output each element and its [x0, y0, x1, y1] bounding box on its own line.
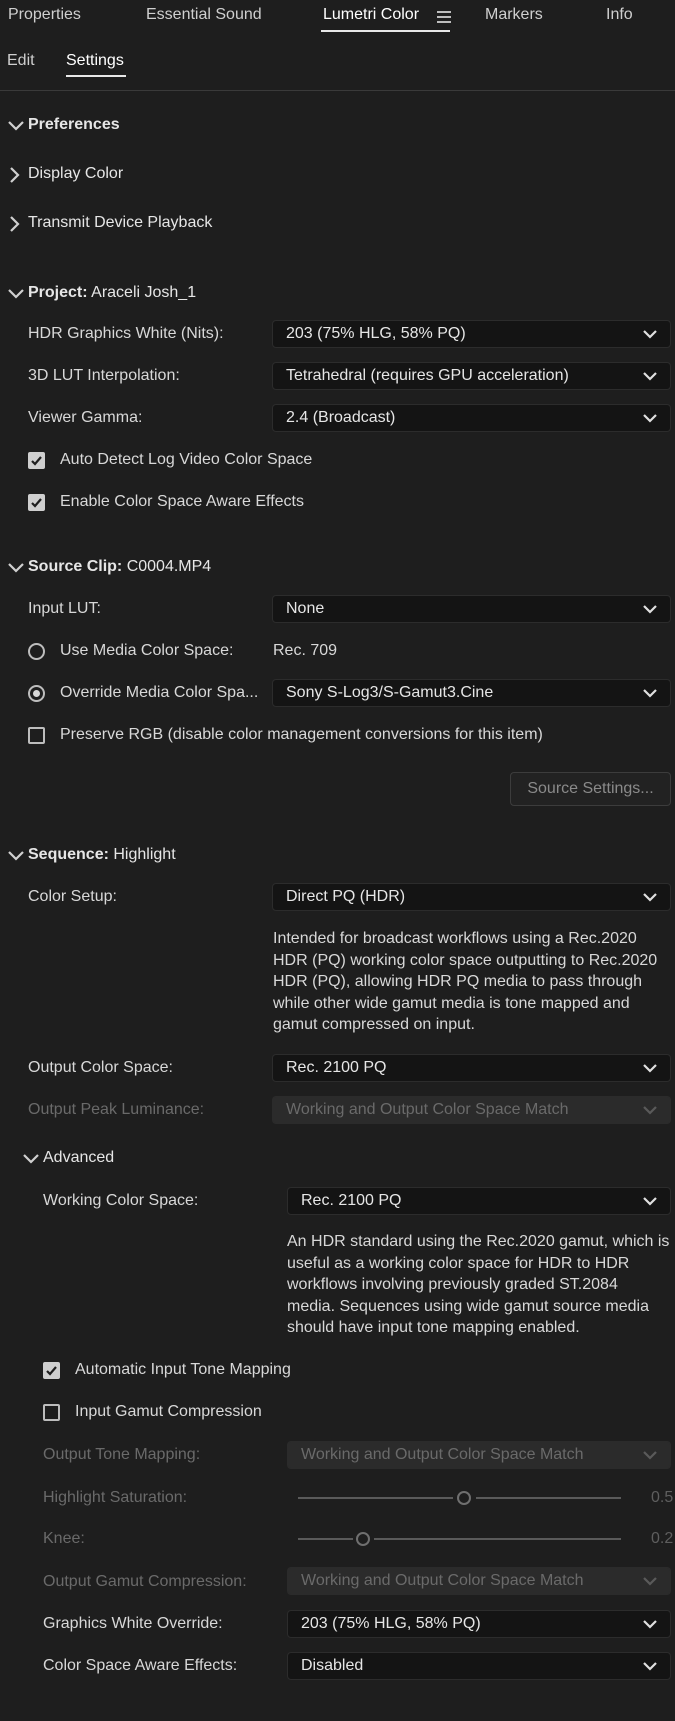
- chevron-down-icon: [643, 1620, 657, 1629]
- subtab-settings[interactable]: Settings: [66, 52, 124, 70]
- input-lut-label: Input LUT:: [28, 600, 101, 617]
- highlight-saturation-track: [476, 1497, 621, 1499]
- hdr-graphics-white-label: HDR Graphics White (Nits):: [28, 325, 224, 342]
- input-gamut-compression-checkbox[interactable]: [43, 1404, 60, 1421]
- chevron-down-icon: [643, 1662, 657, 1671]
- chevron-down-icon: [643, 1106, 657, 1115]
- chevron-down-icon[interactable]: [6, 116, 26, 136]
- highlight-saturation-value: 0.5: [651, 1489, 674, 1506]
- color-setup-label: Color Setup:: [28, 888, 117, 905]
- color-space-aware-effects-label: Color Space Aware Effects:: [43, 1657, 238, 1674]
- output-tone-mapping-label: Output Tone Mapping:: [43, 1446, 201, 1463]
- sequence-name: Highlight: [113, 846, 176, 863]
- tab-markers[interactable]: Markers: [485, 6, 543, 24]
- chevron-down-icon[interactable]: [6, 284, 26, 304]
- working-color-space-label: Working Color Space:: [43, 1192, 199, 1209]
- highlight-saturation-track: [298, 1497, 453, 1499]
- chevron-right-icon[interactable]: [5, 214, 25, 234]
- output-color-space-label: Output Color Space:: [28, 1059, 173, 1076]
- chevron-down-icon: [643, 1064, 657, 1073]
- highlight-saturation-thumb: [457, 1491, 471, 1505]
- source-clip-header[interactable]: Source Clip: C0004.MP4: [28, 558, 211, 576]
- chevron-down-icon: [643, 605, 657, 614]
- override-media-color-space-label[interactable]: Override Media Color Spa...: [60, 684, 258, 702]
- lut-interpolation-dropdown[interactable]: Tetrahedral (requires GPU acceleration): [272, 362, 671, 390]
- divider: [0, 90, 675, 91]
- output-gamut-compression-dropdown: Working and Output Color Space Match: [287, 1567, 671, 1595]
- transmit-device-playback-header[interactable]: Transmit Device Playback: [28, 214, 212, 232]
- chevron-down-icon: [643, 414, 657, 423]
- use-media-color-space-radio[interactable]: [28, 643, 45, 660]
- auto-detect-log-label[interactable]: Auto Detect Log Video Color Space: [60, 451, 312, 469]
- chevron-down-icon: [643, 1577, 657, 1586]
- tab-info[interactable]: Info: [606, 6, 633, 24]
- knee-track: [374, 1538, 621, 1540]
- media-color-space-value: Rec. 709: [273, 642, 338, 659]
- chevron-down-icon: [643, 330, 657, 339]
- hdr-graphics-white-dropdown[interactable]: 203 (75% HLG, 58% PQ): [272, 320, 671, 348]
- knee-value: 0.2: [651, 1530, 674, 1547]
- output-color-space-dropdown[interactable]: Rec. 2100 PQ: [272, 1054, 671, 1082]
- highlight-saturation-label: Highlight Saturation:: [43, 1489, 188, 1506]
- subtab-edit[interactable]: Edit: [7, 52, 35, 70]
- override-media-color-space-radio[interactable]: [28, 685, 45, 702]
- chevron-down-icon[interactable]: [6, 558, 26, 578]
- enable-csae-label[interactable]: Enable Color Space Aware Effects: [60, 493, 304, 511]
- chevron-down-icon: [643, 893, 657, 902]
- output-peak-luminance-label: Output Peak Luminance:: [28, 1101, 205, 1118]
- chevron-down-icon: [643, 1451, 657, 1460]
- output-gamut-compression-label: Output Gamut Compression:: [43, 1573, 247, 1590]
- viewer-gamma-label: Viewer Gamma:: [28, 409, 143, 426]
- display-color-header[interactable]: Display Color: [28, 165, 123, 183]
- working-color-space-dropdown[interactable]: Rec. 2100 PQ: [287, 1187, 671, 1215]
- knee-track: [298, 1538, 353, 1540]
- advanced-header[interactable]: Advanced: [43, 1149, 114, 1167]
- source-settings-button[interactable]: Source Settings...: [510, 772, 671, 806]
- override-media-color-space-dropdown[interactable]: Sony S-Log3/S-Gamut3.Cine: [272, 679, 671, 707]
- checkmark-icon: [46, 1366, 57, 1376]
- output-peak-luminance-dropdown: Working and Output Color Space Match: [272, 1096, 671, 1124]
- output-tone-mapping-dropdown: Working and Output Color Space Match: [287, 1441, 671, 1469]
- checkmark-icon: [31, 498, 42, 508]
- sequence-header[interactable]: Sequence: Highlight: [28, 846, 176, 864]
- color-setup-dropdown[interactable]: Direct PQ (HDR): [272, 883, 671, 911]
- auto-input-tone-mapping-label[interactable]: Automatic Input Tone Mapping: [75, 1361, 291, 1379]
- active-tab-indicator: [321, 30, 450, 32]
- chevron-down-icon: [643, 1197, 657, 1206]
- input-lut-dropdown[interactable]: None: [272, 595, 671, 623]
- working-color-space-description: An HDR standard using the Rec.2020 gamut…: [287, 1233, 670, 1336]
- tab-lumetri-color[interactable]: Lumetri Color: [323, 6, 419, 24]
- lut-interpolation-label: 3D LUT Interpolation:: [28, 367, 180, 384]
- source-clip-name: C0004.MP4: [126, 558, 212, 575]
- color-setup-description: Intended for broadcast workflows using a…: [273, 930, 658, 1033]
- chevron-down-icon: [643, 689, 657, 698]
- chevron-down-icon: [643, 372, 657, 381]
- chevron-down-icon[interactable]: [21, 1149, 41, 1169]
- knee-thumb: [356, 1532, 370, 1546]
- use-media-color-space-label[interactable]: Use Media Color Space:: [60, 642, 233, 660]
- color-space-aware-effects-dropdown[interactable]: Disabled: [287, 1652, 671, 1680]
- graphics-white-override-label: Graphics White Override:: [43, 1615, 223, 1632]
- preserve-rgb-label[interactable]: Preserve RGB (disable color management c…: [60, 726, 543, 744]
- panel-menu-icon[interactable]: [437, 11, 451, 26]
- graphics-white-override-dropdown[interactable]: 203 (75% HLG, 58% PQ): [287, 1610, 671, 1638]
- project-header[interactable]: Project: Araceli Josh_1: [28, 284, 196, 302]
- tab-essential-sound[interactable]: Essential Sound: [146, 6, 262, 24]
- knee-label: Knee:: [43, 1530, 85, 1547]
- preserve-rgb-checkbox[interactable]: [28, 727, 45, 744]
- preferences-header[interactable]: Preferences: [28, 116, 120, 134]
- chevron-right-icon[interactable]: [5, 165, 25, 185]
- input-gamut-compression-label[interactable]: Input Gamut Compression: [75, 1403, 262, 1421]
- enable-csae-checkbox[interactable]: [28, 494, 45, 511]
- active-subtab-indicator: [66, 75, 126, 77]
- project-name: Araceli Josh_1: [91, 284, 197, 301]
- auto-input-tone-mapping-checkbox[interactable]: [43, 1362, 60, 1379]
- chevron-down-icon[interactable]: [6, 846, 26, 866]
- viewer-gamma-dropdown[interactable]: 2.4 (Broadcast): [272, 404, 671, 432]
- tab-properties[interactable]: Properties: [8, 6, 81, 24]
- auto-detect-log-checkbox[interactable]: [28, 452, 45, 469]
- checkmark-icon: [31, 456, 42, 466]
